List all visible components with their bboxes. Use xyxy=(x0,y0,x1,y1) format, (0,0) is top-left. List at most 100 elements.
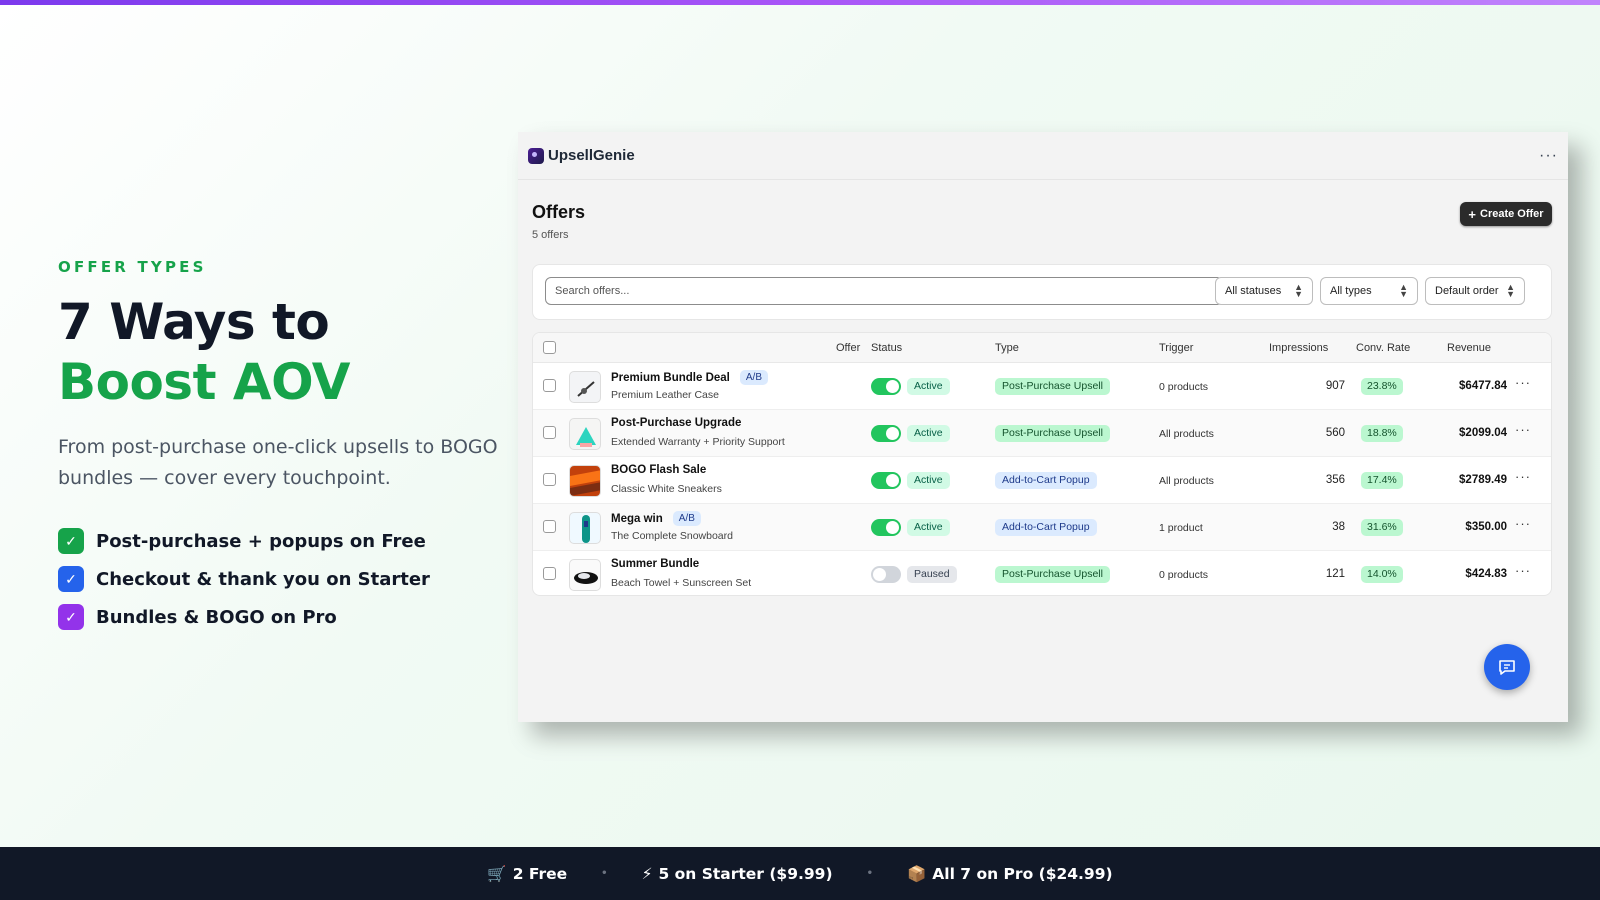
table-row[interactable]: Post-Purchase Upgrade Extended Warranty … xyxy=(533,410,1551,457)
conv-rate-badge: 14.0% xyxy=(1361,566,1403,583)
impressions-value: 356 xyxy=(1325,474,1345,486)
create-offer-button[interactable]: + Create Offer xyxy=(1460,202,1552,226)
status-badge: Active xyxy=(907,378,950,395)
product-thumbnail xyxy=(569,559,601,591)
product-thumbnail xyxy=(569,418,601,450)
offer-product: Extended Warranty + Priority Support xyxy=(611,436,785,448)
offer-title: Mega win xyxy=(611,512,663,525)
impressions-value: 121 xyxy=(1325,568,1345,580)
more-options-icon[interactable]: ··· xyxy=(1539,147,1558,165)
offer-product: Classic White Sneakers xyxy=(611,483,722,495)
table-row[interactable]: BOGO Flash Sale Classic White Sneakers A… xyxy=(533,457,1551,504)
trigger-value: 0 products xyxy=(1159,381,1209,393)
conv-rate-badge: 31.6% xyxy=(1361,519,1403,536)
revenue-value: $2789.49 xyxy=(1459,474,1507,486)
feature-item: ✓ Post-purchase + popups on Free xyxy=(58,522,498,560)
ab-badge: A/B xyxy=(739,370,768,385)
table-row[interactable]: Mega win A/B The Complete Snowboard Activ… xyxy=(533,504,1551,551)
row-more-icon[interactable]: ··· xyxy=(1515,422,1531,437)
status-toggle[interactable] xyxy=(871,425,901,442)
type-badge: Post-Purchase Upsell xyxy=(995,425,1110,442)
status-toggle[interactable] xyxy=(871,472,901,489)
offer-title: BOGO Flash Sale xyxy=(611,464,707,476)
ab-badge: A/B xyxy=(672,511,701,526)
status-badge: Active xyxy=(907,519,950,536)
product-thumbnail xyxy=(569,371,601,403)
separator: • xyxy=(866,868,873,879)
status-filter-value: All statuses xyxy=(1225,285,1282,297)
hero-title-line2: Boost AOV xyxy=(58,353,350,411)
revenue-value: $2099.04 xyxy=(1459,427,1507,439)
column-revenue[interactable]: Revenue xyxy=(1447,342,1491,354)
app-header: UpsellGenie ··· xyxy=(518,132,1568,180)
select-all-checkbox[interactable] xyxy=(543,341,556,354)
pricing-bar: 🛒 2 Free • ⚡ 5 on Starter ($9.99) • 📦 All 7… xyxy=(0,847,1600,900)
trigger-value: 0 products xyxy=(1159,569,1209,581)
pricing-pro: 📦 All 7 on Pro ($24.99) xyxy=(907,865,1113,883)
type-badge: Add-to-Cart Popup xyxy=(995,519,1097,536)
hero-section: OFFER TYPES 7 Ways to Boost AOV From pos… xyxy=(58,258,498,636)
offer-name: Post-Purchase Upgrade xyxy=(611,417,741,429)
filter-bar: All statuses ▲▼ All types ▲▼ Default ord… xyxy=(532,264,1552,320)
revenue-value: $350.00 xyxy=(1465,521,1507,533)
table-row[interactable]: Summer Bundle Beach Towel + Sunscreen Se… xyxy=(533,551,1551,595)
sort-chevrons-icon: ▲ ▼ xyxy=(1294,282,1303,299)
conv-rate-badge: 23.8% xyxy=(1361,378,1403,395)
offer-title: Post-Purchase Upgrade xyxy=(611,417,742,429)
type-badge: Post-Purchase Upsell xyxy=(995,378,1110,395)
row-more-icon[interactable]: ··· xyxy=(1515,375,1531,390)
trigger-value: 1 product xyxy=(1159,522,1203,534)
row-checkbox[interactable] xyxy=(543,473,556,486)
impressions-value: 907 xyxy=(1325,380,1345,392)
column-offer[interactable]: Offer xyxy=(836,342,860,354)
row-more-icon[interactable]: ··· xyxy=(1515,469,1531,484)
offer-name: Mega win A/B xyxy=(611,511,701,526)
check-icon: ✓ xyxy=(58,604,84,630)
row-checkbox[interactable] xyxy=(543,379,556,392)
chat-button[interactable] xyxy=(1484,644,1530,690)
order-select[interactable]: Default order ▲ ▼ xyxy=(1425,277,1525,305)
impressions-value: 38 xyxy=(1332,521,1345,533)
check-icon: ✓ xyxy=(58,566,84,592)
offer-title: Summer Bundle xyxy=(611,558,700,570)
table-row[interactable]: Premium Bundle Deal A/B Premium Leather C… xyxy=(533,363,1551,410)
offer-product: The Complete Snowboard xyxy=(611,530,733,542)
status-badge: Active xyxy=(907,425,950,442)
revenue-value: $6477.84 xyxy=(1459,380,1507,392)
feature-text: Checkout & thank you on Starter xyxy=(96,568,430,590)
status-toggle[interactable] xyxy=(871,519,901,536)
type-filter-value: All types xyxy=(1330,285,1372,297)
feature-text: Bundles & BOGO on Pro xyxy=(96,606,337,628)
sort-chevrons-icon: ▲ ▼ xyxy=(1506,282,1515,299)
column-impressions[interactable]: Impressions xyxy=(1269,342,1328,354)
revenue-value: $424.83 xyxy=(1465,568,1507,580)
column-conv-rate[interactable]: Conv. Rate xyxy=(1356,342,1410,354)
feature-item: ✓ Checkout & thank you on Starter xyxy=(58,560,498,598)
app-logo-icon xyxy=(528,147,544,164)
status-badge: Paused xyxy=(907,566,957,583)
row-more-icon[interactable]: ··· xyxy=(1515,516,1531,531)
page-title: Offers xyxy=(532,202,586,222)
column-trigger[interactable]: Trigger xyxy=(1159,342,1193,354)
feature-text: Post-purchase + popups on Free xyxy=(96,530,426,552)
search-input[interactable] xyxy=(545,277,1223,305)
status-toggle[interactable] xyxy=(871,378,901,395)
offer-name: Premium Bundle Deal A/B xyxy=(611,370,768,385)
type-badge: Add-to-Cart Popup xyxy=(995,472,1097,489)
column-status[interactable]: Status xyxy=(871,342,902,354)
status-toggle[interactable] xyxy=(871,566,901,583)
conv-rate-badge: 18.8% xyxy=(1361,425,1403,442)
row-checkbox[interactable] xyxy=(543,567,556,580)
column-type[interactable]: Type xyxy=(995,342,1019,354)
status-filter-select[interactable]: All statuses ▲ ▼ xyxy=(1215,277,1313,305)
type-filter-select[interactable]: All types ▲ ▼ xyxy=(1320,277,1418,305)
row-more-icon[interactable]: ··· xyxy=(1515,563,1531,578)
feature-item: ✓ Bundles & BOGO on Pro xyxy=(58,598,498,636)
row-checkbox[interactable] xyxy=(543,520,556,533)
package-icon: 📦 xyxy=(906,864,927,883)
offer-name: BOGO Flash Sale xyxy=(611,464,706,476)
pricing-free: 🛒 2 Free xyxy=(487,865,567,883)
product-thumbnail xyxy=(569,465,601,497)
row-checkbox[interactable] xyxy=(543,426,556,439)
offer-name: Summer Bundle xyxy=(611,558,699,570)
